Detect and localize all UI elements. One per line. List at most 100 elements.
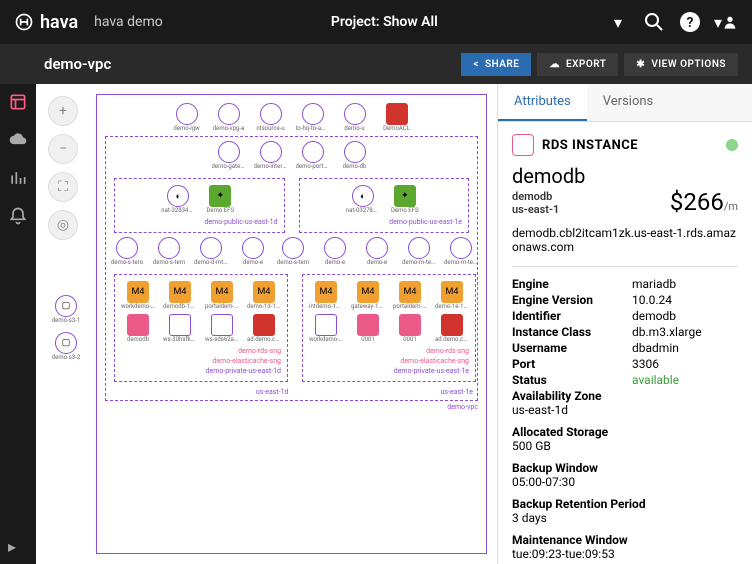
diagram-node[interactable] — [127, 314, 149, 336]
efs-node[interactable]: ✦ — [209, 185, 231, 207]
zoom-in-button[interactable]: + — [48, 96, 78, 126]
help-icon[interactable]: ? — [678, 10, 702, 34]
diagram-node[interactable]: M4 — [399, 281, 421, 303]
detail-value: 10.0.24 — [632, 293, 738, 307]
zoom-fit-button[interactable]: ⛶ — [48, 172, 78, 202]
diagram-node[interactable]: M4 — [357, 281, 379, 303]
detail-key: Port — [512, 357, 632, 371]
diagram-node[interactable]: M4 — [169, 281, 191, 303]
diagram-node[interactable] — [242, 237, 264, 259]
detail-value: db.m3.xlarge — [632, 325, 738, 339]
efs-node[interactable]: ✦ — [394, 185, 416, 207]
block-key: Maintenance Window — [512, 533, 738, 547]
diagram-node[interactable] — [282, 237, 304, 259]
resource-price: $266/m — [670, 188, 738, 216]
resource-name: demodb — [512, 164, 585, 188]
block-value: 05:00-07:30 — [512, 475, 738, 489]
diagram-node[interactable] — [302, 141, 324, 163]
nav-cloud-icon[interactable] — [8, 130, 28, 150]
block-key: Availability Zone — [512, 389, 738, 403]
svg-text:?: ? — [687, 15, 694, 31]
resource-region: us-east-1 — [512, 203, 585, 216]
nat-node[interactable]: ◐ — [352, 185, 374, 207]
diagram-canvas[interactable]: + − ⛶ ◎ ▢demo-s3-1 ▢demo-s3-2 ○vpce-92a1… — [36, 84, 497, 564]
detail-value: 3306 — [632, 357, 738, 371]
diagram-node[interactable] — [366, 237, 388, 259]
search-icon[interactable] — [642, 10, 666, 34]
workspace-name: hava demo — [94, 14, 163, 30]
diagram-node[interactable] — [344, 103, 366, 125]
zoom-out-button[interactable]: − — [48, 134, 78, 164]
diagram-node[interactable] — [169, 314, 191, 336]
environment-title: demo-vpc — [44, 55, 455, 73]
block-value: tue:09:23-tue:09:53 — [512, 547, 738, 561]
project-selector[interactable]: Project: Show All — [179, 14, 590, 30]
detail-key: Identifier — [512, 309, 632, 323]
block-value: us-east-1d — [512, 403, 738, 417]
diagram-node[interactable]: M4 — [253, 281, 275, 303]
block-key: Backup Retention Period — [512, 497, 738, 511]
diagram-node[interactable] — [386, 103, 408, 125]
nat-node[interactable]: ◐ — [167, 185, 189, 207]
s3-node[interactable]: ▢ — [55, 332, 77, 354]
sidebar-expand-icon[interactable]: ▸ — [8, 537, 16, 556]
share-button[interactable]: < SHARE — [461, 53, 531, 76]
logo-icon — [14, 12, 34, 32]
diagram-node[interactable] — [253, 314, 275, 336]
block-key: Backup Window — [512, 461, 738, 475]
nav-environments-icon[interactable] — [8, 92, 28, 112]
user-menu[interactable]: ▾ — [714, 10, 738, 34]
detail-value: available — [632, 373, 738, 387]
diagram-node[interactable] — [218, 141, 240, 163]
diagram-node[interactable]: M4 — [211, 281, 233, 303]
rds-icon — [512, 134, 534, 156]
detail-key: Instance Class — [512, 325, 632, 339]
tab-versions[interactable]: Versions — [587, 84, 669, 121]
resource-endpoint: demodb.cbl2itcam1zk.us-east-1.rds.amazon… — [512, 226, 738, 254]
diagram-node[interactable] — [315, 314, 337, 336]
diagram-node[interactable] — [357, 314, 379, 336]
diagram-node[interactable] — [302, 103, 324, 125]
resource-id: demodb — [512, 190, 585, 203]
zoom-target-button[interactable]: ◎ — [48, 210, 78, 240]
diagram-node[interactable] — [344, 141, 366, 163]
logo[interactable]: hava — [14, 12, 78, 33]
vpc-container: ▢demo-s3-1 ▢demo-s3-2 ○vpce-92a14-efa ○d… — [96, 94, 487, 554]
diagram-node[interactable] — [158, 237, 180, 259]
detail-key: Engine Version — [512, 293, 632, 307]
detail-value: mariadb — [632, 277, 738, 291]
detail-key: Status — [512, 373, 632, 387]
dropdown-toggle[interactable]: ▾ — [606, 10, 630, 34]
diagram-node[interactable] — [324, 237, 346, 259]
diagram-node[interactable] — [218, 103, 240, 125]
detail-key: Engine — [512, 277, 632, 291]
diagram-node[interactable] — [211, 314, 233, 336]
diagram-node[interactable] — [260, 141, 282, 163]
block-value: 3 days — [512, 511, 738, 525]
diagram-node[interactable] — [450, 237, 472, 259]
view-options-button[interactable]: ✱ VIEW OPTIONS — [624, 53, 738, 76]
diagram-node[interactable]: M4 — [315, 281, 337, 303]
detail-value: dbadmin — [632, 341, 738, 355]
status-indicator — [726, 139, 738, 151]
diagram-node[interactable] — [116, 237, 138, 259]
diagram-node[interactable]: M4 — [441, 281, 463, 303]
diagram-node[interactable] — [408, 237, 430, 259]
nav-alerts-icon[interactable] — [8, 206, 28, 226]
block-key: Allocated Storage — [512, 425, 738, 439]
diagram-node[interactable] — [176, 103, 198, 125]
diagram-node[interactable]: M4 — [127, 281, 149, 303]
diagram-node[interactable] — [200, 237, 222, 259]
detail-value: demodb — [632, 309, 738, 323]
tab-attributes[interactable]: Attributes — [498, 84, 587, 121]
s3-node[interactable]: ▢ — [55, 295, 77, 317]
diagram-node[interactable] — [399, 314, 421, 336]
block-value: 500 GB — [512, 439, 738, 453]
export-button[interactable]: ☁ EXPORT — [537, 53, 618, 76]
resource-type: RDS INSTANCE — [542, 138, 718, 153]
diagram-node[interactable] — [260, 103, 282, 125]
logo-text: hava — [40, 12, 78, 33]
diagram-node[interactable] — [441, 314, 463, 336]
detail-key: Username — [512, 341, 632, 355]
nav-reports-icon[interactable] — [8, 168, 28, 188]
